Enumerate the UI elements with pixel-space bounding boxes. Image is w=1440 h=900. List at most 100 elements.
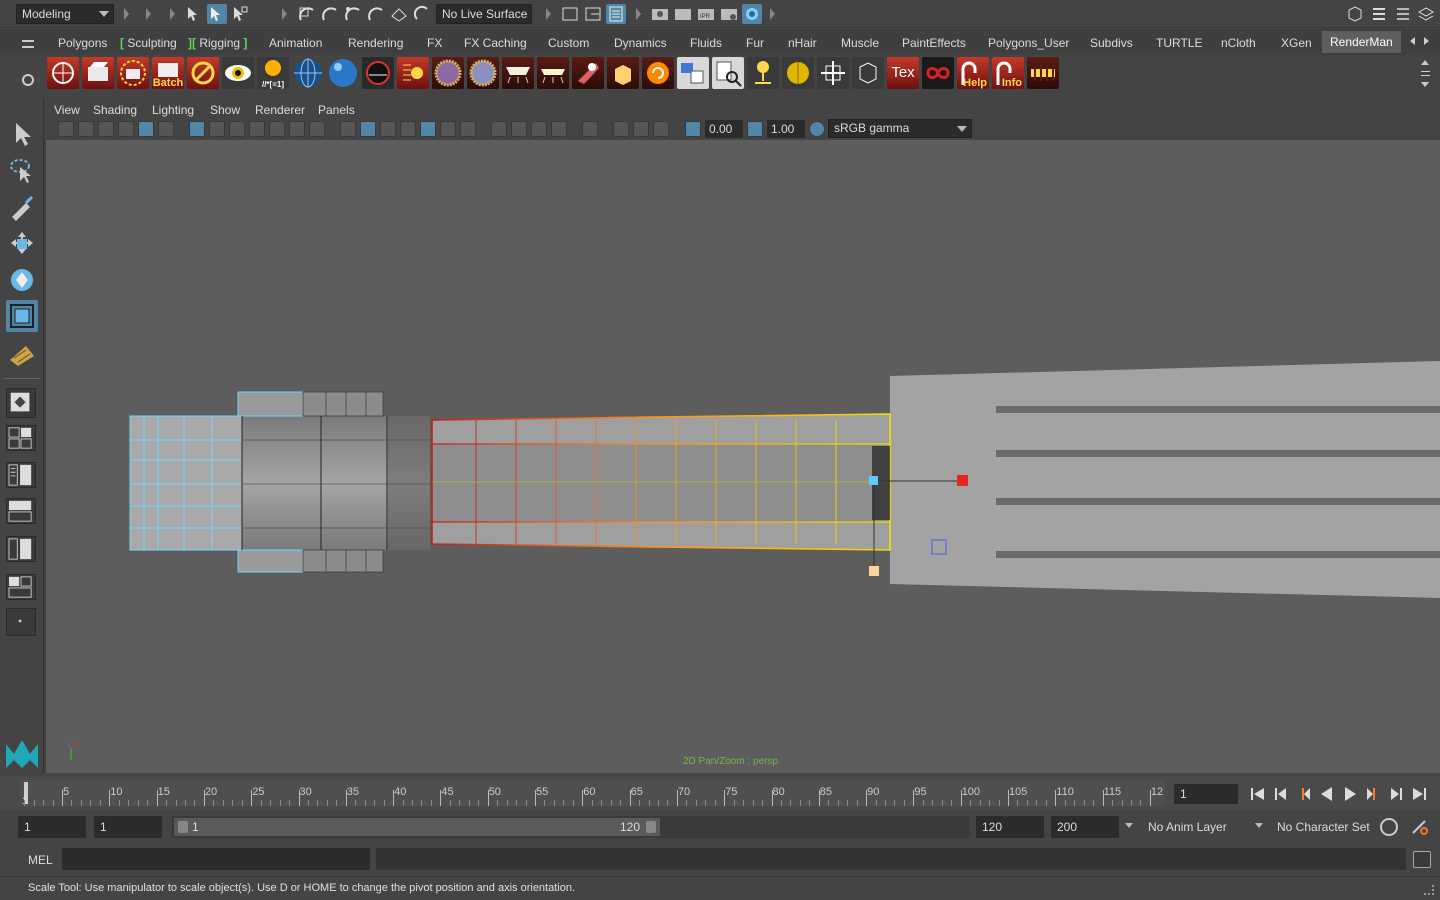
safe-title-icon[interactable] [309, 121, 325, 137]
exposure-icon[interactable] [685, 121, 701, 137]
tab-fx[interactable]: FX [423, 34, 446, 52]
depth-of-field-icon[interactable] [531, 121, 547, 137]
tab-muscle[interactable]: Muscle [837, 34, 883, 52]
range-slider-track[interactable]: 1 120 [172, 816, 970, 838]
tab-polygons[interactable]: Polygons [54, 34, 111, 52]
2d-pan-zoom-icon[interactable] [138, 121, 154, 137]
tab-polygons-user[interactable]: Polygons_User [984, 34, 1073, 52]
tab-sculpting[interactable]: [ Sculpting [116, 34, 181, 52]
grid-toggle-icon[interactable] [189, 121, 205, 137]
safe-action-icon[interactable] [289, 121, 305, 137]
collapse-arrow-icon[interactable] [546, 8, 551, 20]
renderman-archive-icon[interactable] [607, 57, 639, 89]
script-language-toggle[interactable]: MEL [14, 851, 60, 869]
live-surface-field[interactable]: No Live Surface [436, 4, 532, 24]
gamma-field[interactable]: 1.00 [767, 120, 805, 138]
renderman-eye-icon[interactable] [222, 57, 254, 89]
arm-mesh-selected[interactable] [431, 413, 891, 551]
film-gate-icon[interactable] [209, 121, 225, 137]
renderman-transform-icon[interactable] [817, 57, 849, 89]
wireframe-on-shaded-icon[interactable] [380, 121, 396, 137]
collapse-arrow-icon[interactable] [636, 8, 641, 20]
paint-select-tool-icon[interactable] [6, 191, 38, 223]
snap-to-point-icon[interactable] [343, 4, 363, 24]
view-transform-dropdown[interactable]: sRGB gamma [828, 119, 972, 138]
range-start-grip-icon[interactable] [178, 821, 188, 833]
renderman-openvdb-icon[interactable] [922, 57, 954, 89]
renderman-attributes-icon[interactable] [677, 57, 709, 89]
tab-nhair[interactable]: nHair [784, 34, 821, 52]
tab-animation[interactable]: Animation [265, 34, 326, 52]
play-forwards-icon[interactable] [1340, 784, 1360, 804]
go-to-end-icon[interactable] [1409, 784, 1429, 804]
image-plane-icon[interactable] [118, 121, 134, 137]
tab-scroll-right-icon[interactable] [1424, 37, 1429, 45]
resolution-gate-icon[interactable] [229, 121, 245, 137]
output-ops-icon[interactable] [583, 4, 603, 24]
collapse-arrow-icon[interactable] [124, 8, 129, 20]
select-by-hierarchy-icon[interactable] [184, 4, 204, 24]
playback-start-field[interactable]: 1 [94, 816, 162, 838]
use-all-lights-icon[interactable] [420, 121, 436, 137]
make-live-icon[interactable] [412, 4, 432, 24]
render-current-icon[interactable] [673, 4, 693, 24]
renderman-light-icon[interactable] [397, 57, 429, 89]
collapse-arrow-icon[interactable] [770, 8, 775, 20]
renderman-ipr-icon[interactable] [117, 57, 149, 89]
animation-start-field[interactable]: 1 [18, 816, 86, 838]
scale-tool-icon[interactable] [6, 300, 38, 332]
bookmark-icon[interactable] [98, 121, 114, 137]
renderman-volume-icon[interactable] [852, 57, 884, 89]
renderman-info-button[interactable]: Info [992, 57, 1024, 89]
uv-editor-layout-icon[interactable] [6, 574, 36, 600]
renderman-batch-icon[interactable]: Batch [152, 57, 184, 89]
snap-to-grid-icon[interactable] [297, 4, 317, 24]
collapse-arrow-icon[interactable] [282, 8, 287, 20]
step-forward-key-icon[interactable] [1386, 784, 1406, 804]
last-tool-used-icon[interactable] [6, 338, 38, 370]
persp-graph-layout-icon[interactable] [6, 498, 36, 524]
gate-mask-icon[interactable] [249, 121, 265, 137]
tab-rigging[interactable]: ][ Rigging ] [184, 34, 251, 52]
tab-rendering[interactable]: Rendering [344, 34, 407, 52]
select-tool-icon[interactable] [6, 118, 38, 150]
range-slider-handle[interactable]: 1 120 [174, 818, 660, 836]
renderman-dome-light-icon[interactable] [362, 57, 394, 89]
smooth-shade-icon[interactable] [360, 121, 376, 137]
wireframe-icon[interactable] [340, 121, 356, 137]
tab-fur[interactable]: Fur [742, 34, 768, 52]
xray-icon[interactable] [582, 121, 598, 137]
menu-show[interactable]: Show [210, 103, 240, 117]
hub-mesh[interactable] [129, 391, 430, 573]
plate-mesh[interactable] [890, 361, 1440, 598]
tab-scroll-left-icon[interactable] [1410, 37, 1415, 45]
color-management-icon[interactable] [809, 121, 825, 137]
input-ops-icon[interactable] [560, 4, 580, 24]
play-backwards-icon[interactable] [1317, 784, 1337, 804]
multisample-aa-icon[interactable] [511, 121, 527, 137]
renderman-shader-icon[interactable] [432, 57, 464, 89]
step-back-frame-icon[interactable] [1294, 784, 1314, 804]
tab-renderman[interactable]: RenderMan [1322, 31, 1401, 53]
tab-fx-caching[interactable]: FX Caching [460, 34, 531, 52]
shelf-menu-icon[interactable] [1421, 71, 1430, 76]
shelf-options-gear-icon[interactable] [22, 74, 34, 86]
current-frame-field[interactable]: 1 [1174, 784, 1238, 804]
grease-pencil-icon[interactable] [158, 121, 174, 137]
renderman-stop-icon[interactable] [187, 57, 219, 89]
renderman-help-button[interactable]: Help [957, 57, 989, 89]
textured-icon[interactable] [400, 121, 416, 137]
gamma-icon[interactable] [747, 121, 763, 137]
menu-renderer[interactable]: Renderer [255, 103, 305, 117]
xray-joints-icon[interactable] [613, 121, 629, 137]
command-input-field[interactable] [62, 848, 370, 870]
tab-xgen[interactable]: XGen [1277, 34, 1316, 52]
single-perspective-layout-icon[interactable] [6, 388, 36, 418]
tab-turtle[interactable]: TURTLE [1152, 34, 1206, 52]
shadows-icon[interactable] [440, 121, 456, 137]
go-to-start-icon[interactable] [1248, 784, 1268, 804]
move-tool-icon[interactable] [6, 228, 38, 260]
select-by-component-icon[interactable] [230, 4, 250, 24]
tab-dynamics[interactable]: Dynamics [610, 34, 671, 52]
renderman-rect-light-icon[interactable] [537, 57, 569, 89]
